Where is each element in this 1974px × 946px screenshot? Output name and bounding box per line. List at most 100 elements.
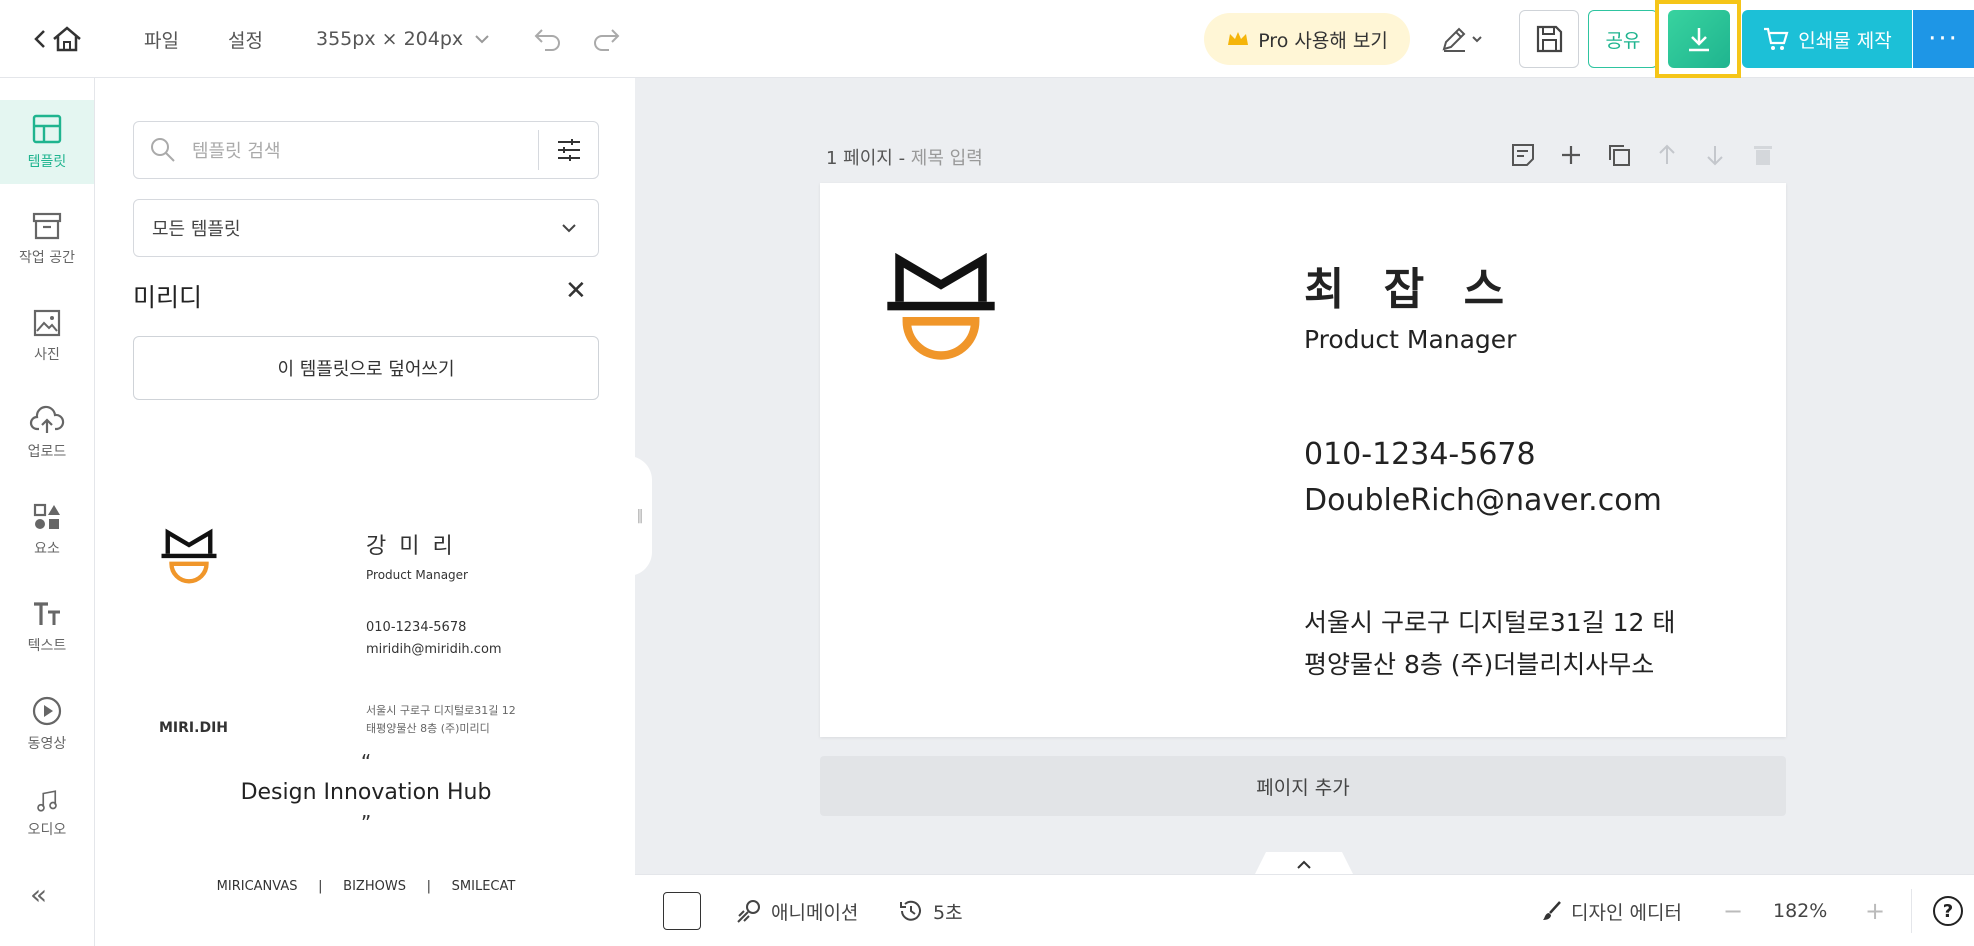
archive-icon [32, 212, 62, 240]
brush-icon [1543, 901, 1561, 920]
move-page-up-button[interactable] [1652, 140, 1682, 170]
undo-icon [534, 29, 560, 51]
sidebar-item-audio[interactable]: 오디오 [0, 779, 94, 839]
sidebar-item-photos[interactable]: 사진 [0, 294, 94, 378]
card-address-line2[interactable]: 평양물산 8층 (주)더블리치사무소 [1304, 645, 1654, 681]
background-color-button[interactable] [663, 875, 701, 946]
more-options-button[interactable]: ··· [1913, 10, 1974, 68]
duplicate-page-button[interactable] [1604, 140, 1634, 170]
bottom-toolbar: 애니메이션 5초 디자인 에디터 − 182% + ? [635, 874, 1974, 946]
text-icon [34, 602, 60, 625]
plus-icon [1562, 146, 1580, 164]
move-page-down-button[interactable] [1700, 140, 1730, 170]
thumb-role: Product Manager [366, 568, 468, 582]
file-menu[interactable]: 파일 [144, 0, 179, 78]
settings-menu[interactable]: 설정 [228, 0, 263, 78]
close-category-button[interactable]: ✕ [565, 276, 587, 306]
sidebar-item-workspace[interactable]: 작업 공간 [0, 197, 94, 281]
duration-button[interactable]: 5초 [897, 875, 963, 946]
pen-icon [1442, 27, 1466, 52]
save-icon [1536, 25, 1563, 53]
pen-tool-dropdown[interactable] [1430, 20, 1494, 58]
category-select[interactable]: 모든 템플릿 [133, 199, 599, 257]
sidebar-item-elements[interactable]: 요소 [0, 488, 94, 572]
template-search[interactable]: 템플릿 검색 [133, 121, 599, 179]
close-quote: ” [360, 811, 372, 835]
image-icon [33, 309, 61, 337]
thumb-address-line1: 서울시 구로구 디지털로31길 12 [366, 704, 516, 717]
filter-button[interactable] [538, 130, 598, 170]
card-address-line1[interactable]: 서울시 구로구 디지털로31길 12 태 [1304, 603, 1675, 639]
page-title-input[interactable]: 제목 입력 [911, 148, 983, 169]
sidebar-item-video[interactable]: 동영상 [0, 682, 94, 766]
add-page-button[interactable]: 페이지 추가 [820, 756, 1786, 816]
size-label: 355px × 204px [316, 28, 464, 50]
animation-icon [737, 900, 760, 923]
home-icon [34, 26, 81, 52]
sidebar-item-templates[interactable]: 템플릿 [0, 100, 94, 184]
template-thumbnail[interactable]: 강 미 리 Product Manager 010-1234-5678 miri… [133, 424, 599, 736]
save-button[interactable] [1519, 10, 1579, 68]
sidebar-item-label: 요소 [34, 541, 60, 557]
top-toolbar: 파일 설정 355px × 204px Pro 사용해 보기 공유 인쇄물 제작… [0, 0, 1974, 78]
thumb-email: miridih@miridih.com [366, 642, 502, 657]
page-memo-button[interactable] [1508, 140, 1538, 170]
add-page-icon-button[interactable] [1556, 140, 1586, 170]
delete-page-button[interactable] [1748, 140, 1778, 170]
card-role[interactable]: Product Manager [1304, 325, 1516, 354]
thumb-name: 강 미 리 [366, 534, 456, 559]
pro-trial-button[interactable]: Pro 사용해 보기 [1204, 13, 1410, 65]
back-home-button[interactable] [30, 18, 92, 60]
zoom-level[interactable]: 182% [1773, 875, 1827, 946]
sliders-icon [557, 139, 580, 161]
crown-icon [1228, 32, 1249, 45]
download-button[interactable] [1668, 10, 1730, 68]
business-card-canvas[interactable]: 최 잡 스 Product Manager 010-1234-5678 Doub… [820, 183, 1786, 737]
play-circle-icon [32, 696, 62, 726]
search-input[interactable]: 템플릿 검색 [192, 137, 538, 163]
chevron-down-icon [475, 35, 489, 44]
overwrite-template-button[interactable]: 이 템플릿으로 덮어쓰기 [133, 336, 599, 400]
shapes-icon [33, 503, 60, 529]
category-title: 미리디 [133, 283, 203, 312]
page-number: 1 페이지 - [826, 148, 911, 169]
template-thumbnail-2[interactable]: “ Design Innovation Hub ” MIRICANVAS | B… [133, 750, 599, 946]
expand-pages-button[interactable] [1254, 852, 1354, 876]
share-button[interactable]: 공유 [1588, 10, 1658, 68]
redo-button[interactable] [588, 22, 624, 56]
page-tools [1508, 140, 1778, 170]
animation-button[interactable]: 애니메이션 [735, 875, 858, 946]
copy-icon [1609, 145, 1630, 166]
design-editor-button[interactable]: 디자인 에디터 [1541, 875, 1682, 946]
chevron-down-icon [1472, 36, 1482, 43]
sidebar-item-label: 오디오 [27, 822, 67, 838]
sidebar-item-label: 텍스트 [27, 638, 67, 654]
print-order-button[interactable]: 인쇄물 제작 [1742, 10, 1912, 68]
card-name[interactable]: 최 잡 스 [1304, 253, 1516, 317]
zoom-out-button[interactable]: − [1723, 875, 1743, 946]
collapse-sidebar-button[interactable]: « [30, 878, 47, 911]
music-note-icon [37, 790, 57, 812]
logo-icon [161, 528, 217, 584]
size-selector[interactable]: 355px × 204px [316, 0, 493, 78]
sidebar-item-upload[interactable]: 업로드 [0, 391, 94, 475]
redo-icon [594, 29, 620, 51]
zoom-in-button[interactable]: + [1865, 875, 1885, 946]
undo-button[interactable] [530, 22, 566, 56]
sidebar-item-text[interactable]: 텍스트 [0, 585, 94, 669]
cart-icon [1764, 27, 1789, 50]
card-email[interactable]: DoubleRich@naver.com [1304, 483, 1662, 518]
search-icon [151, 138, 175, 162]
thumb2-title: Design Innovation Hub [240, 780, 492, 805]
sidebar-item-label: 업로드 [27, 444, 67, 460]
panel-resize-handle[interactable]: ‖ [628, 456, 652, 576]
sidebar-item-label: 사진 [34, 347, 60, 363]
duration-label: 5초 [933, 901, 963, 924]
thumb-phone: 010-1234-5678 [366, 620, 467, 635]
arrow-down-icon [1707, 146, 1723, 166]
card-phone[interactable]: 010-1234-5678 [1304, 437, 1536, 472]
help-button[interactable]: ? [1933, 875, 1963, 946]
logo-icon[interactable] [882, 253, 1000, 375]
page-label: 1 페이지 - 제목 입력 [826, 144, 983, 170]
divider [1911, 889, 1912, 933]
